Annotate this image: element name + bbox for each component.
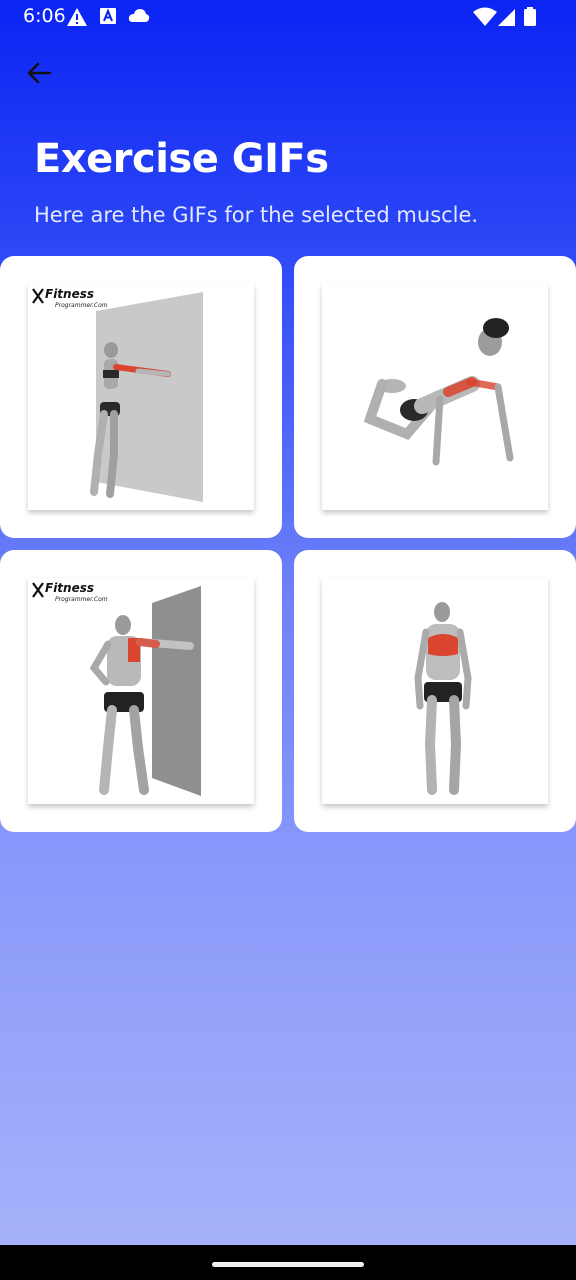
signal-icon (498, 7, 516, 31)
exercise-gif-card[interactable] (294, 256, 576, 538)
page-subtitle: Here are the GIFs for the selected muscl… (34, 203, 479, 227)
arrow-back-icon (27, 62, 52, 84)
fitness-logo: Fitness Programmer.Com (31, 286, 108, 309)
wifi-icon (473, 7, 497, 31)
warning-icon (66, 7, 88, 31)
battery-icon (523, 7, 537, 31)
status-bar: 6:06 (0, 0, 576, 34)
status-time: 6:06 (23, 5, 66, 27)
exercise-gif-image (322, 284, 548, 510)
back-button[interactable] (14, 48, 64, 98)
exercise-gif-card[interactable] (294, 550, 576, 832)
exercise-gif-image: Fitness Programmer.Com (28, 578, 254, 804)
exercise-gif-card[interactable]: Fitness Programmer.Com (0, 550, 282, 832)
cloud-icon (128, 7, 150, 29)
exercise-gif-card[interactable]: Fitness Programmer.Com (0, 256, 282, 538)
system-nav-bar (0, 1245, 576, 1280)
home-gesture-handle[interactable] (212, 1262, 364, 1267)
fitness-logo: Fitness Programmer.Com (31, 580, 108, 603)
font-icon (100, 7, 116, 29)
exercise-gif-image: Fitness Programmer.Com (28, 284, 254, 510)
exercise-gif-image (322, 578, 548, 804)
page-title: Exercise GIFs (34, 136, 329, 182)
